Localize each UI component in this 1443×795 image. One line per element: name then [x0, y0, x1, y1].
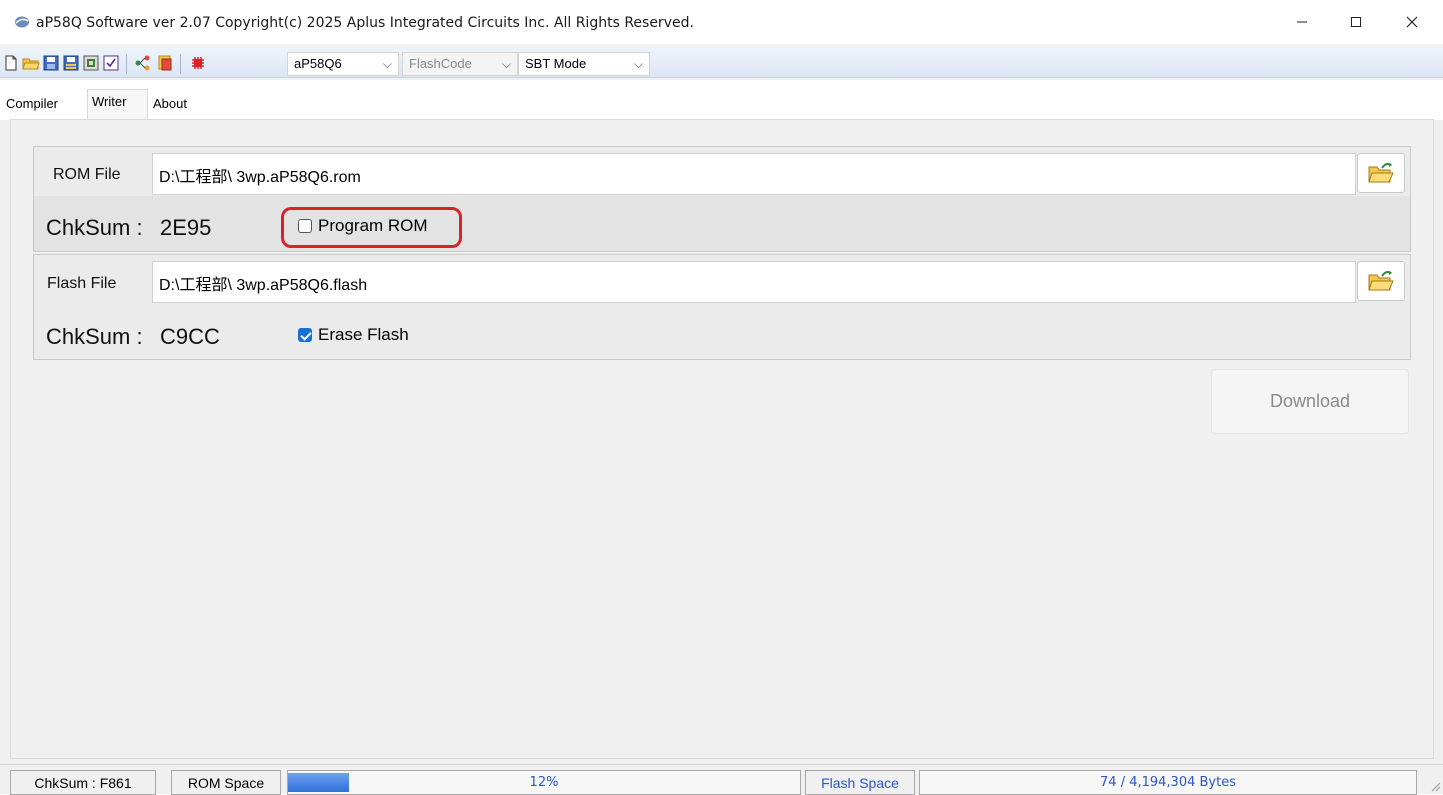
- title-bar[interactable]: aP58Q Software ver 2.07 Copyright(c) 202…: [0, 0, 1443, 44]
- check-icon[interactable]: [102, 54, 120, 72]
- code-type-select-value: FlashCode: [409, 56, 472, 71]
- connect-icon[interactable]: [134, 54, 152, 72]
- rom-file-label: ROM File: [53, 166, 121, 183]
- rom-space-progress: 12%: [287, 770, 801, 795]
- flash-space-label: Flash Space: [805, 770, 915, 795]
- rom-browse-button[interactable]: [1357, 153, 1405, 193]
- save-as-icon[interactable]: [62, 54, 80, 72]
- tab-compiler[interactable]: Compiler: [2, 92, 62, 118]
- download-button[interactable]: Download: [1211, 369, 1409, 434]
- tab-bar: Compiler Writer About: [0, 80, 1443, 120]
- status-chksum: ChkSum : F861: [10, 770, 156, 795]
- close-button[interactable]: [1386, 0, 1438, 44]
- maximize-icon: [1351, 17, 1361, 27]
- export-icon[interactable]: [156, 54, 174, 72]
- flash-space-bytes: 74 / 4,194,304 Bytes: [919, 770, 1417, 795]
- maximize-button[interactable]: [1330, 0, 1382, 44]
- toolbar-separator: [126, 54, 127, 74]
- code-type-select[interactable]: FlashCode ⌵: [402, 52, 518, 76]
- rom-checksum-row: [34, 196, 1410, 251]
- flash-chksum-value: C9CC: [160, 324, 220, 349]
- window-title: aP58Q Software ver 2.07 Copyright(c) 202…: [36, 15, 694, 31]
- rom-space-percent: 12%: [529, 775, 559, 790]
- rom-space-label: ROM Space: [171, 770, 281, 795]
- compile-icon[interactable]: [82, 54, 100, 72]
- save-icon[interactable]: [42, 54, 60, 72]
- device-select[interactable]: aP58Q6 ⌵: [287, 52, 399, 76]
- chip-icon[interactable]: [189, 54, 207, 72]
- chevron-down-icon: ⌵: [382, 57, 392, 71]
- checkbox-checked-icon: [298, 328, 312, 342]
- erase-flash-checkbox[interactable]: Erase Flash: [298, 325, 409, 345]
- minimize-button[interactable]: [1276, 0, 1328, 44]
- flash-file-path-field[interactable]: D:\工程部\ 3wp.aP58Q6.flash: [152, 261, 1356, 303]
- erase-flash-label: Erase Flash: [318, 325, 409, 344]
- flash-file-label: Flash File: [47, 275, 117, 292]
- flash-file-panel: Flash File D:\工程部\ 3wp.aP58Q6.flash: [33, 254, 1411, 360]
- app-logo-icon: [15, 16, 29, 28]
- toolbar-separator: [180, 54, 181, 74]
- minimize-icon: [1297, 21, 1307, 23]
- rom-chksum-label: ChkSum :: [46, 215, 143, 240]
- open-folder-icon[interactable]: [22, 54, 40, 72]
- chevron-down-icon: ⌵: [501, 57, 511, 71]
- rom-chksum-value: 2E95: [160, 215, 212, 240]
- mode-select-value: SBT Mode: [525, 56, 587, 71]
- chevron-down-icon: ⌵: [633, 57, 643, 71]
- flash-chksum-label: ChkSum :: [46, 324, 143, 349]
- status-bar: ChkSum : F861 ROM Space 12% Flash Space …: [0, 764, 1443, 795]
- tab-about[interactable]: About: [149, 92, 191, 118]
- resize-grip-icon[interactable]: [1429, 780, 1441, 792]
- highlight-annotation: [281, 207, 462, 248]
- mode-select[interactable]: SBT Mode ⌵: [518, 52, 650, 76]
- app-window: aP58Q Software ver 2.07 Copyright(c) 202…: [0, 0, 1443, 795]
- tab-writer[interactable]: Writer: [87, 89, 148, 119]
- open-folder-icon: [1368, 271, 1394, 291]
- open-folder-icon: [1368, 163, 1394, 183]
- close-icon: [1406, 16, 1418, 28]
- rom-file-path-field[interactable]: D:\工程部\ 3wp.aP58Q6.rom: [152, 153, 1356, 195]
- flash-browse-button[interactable]: [1357, 261, 1405, 301]
- device-select-value: aP58Q6: [294, 56, 342, 71]
- toolbar: aP58Q6 ⌵ FlashCode ⌵ SBT Mode ⌵: [0, 48, 1443, 78]
- new-file-icon[interactable]: [2, 54, 20, 72]
